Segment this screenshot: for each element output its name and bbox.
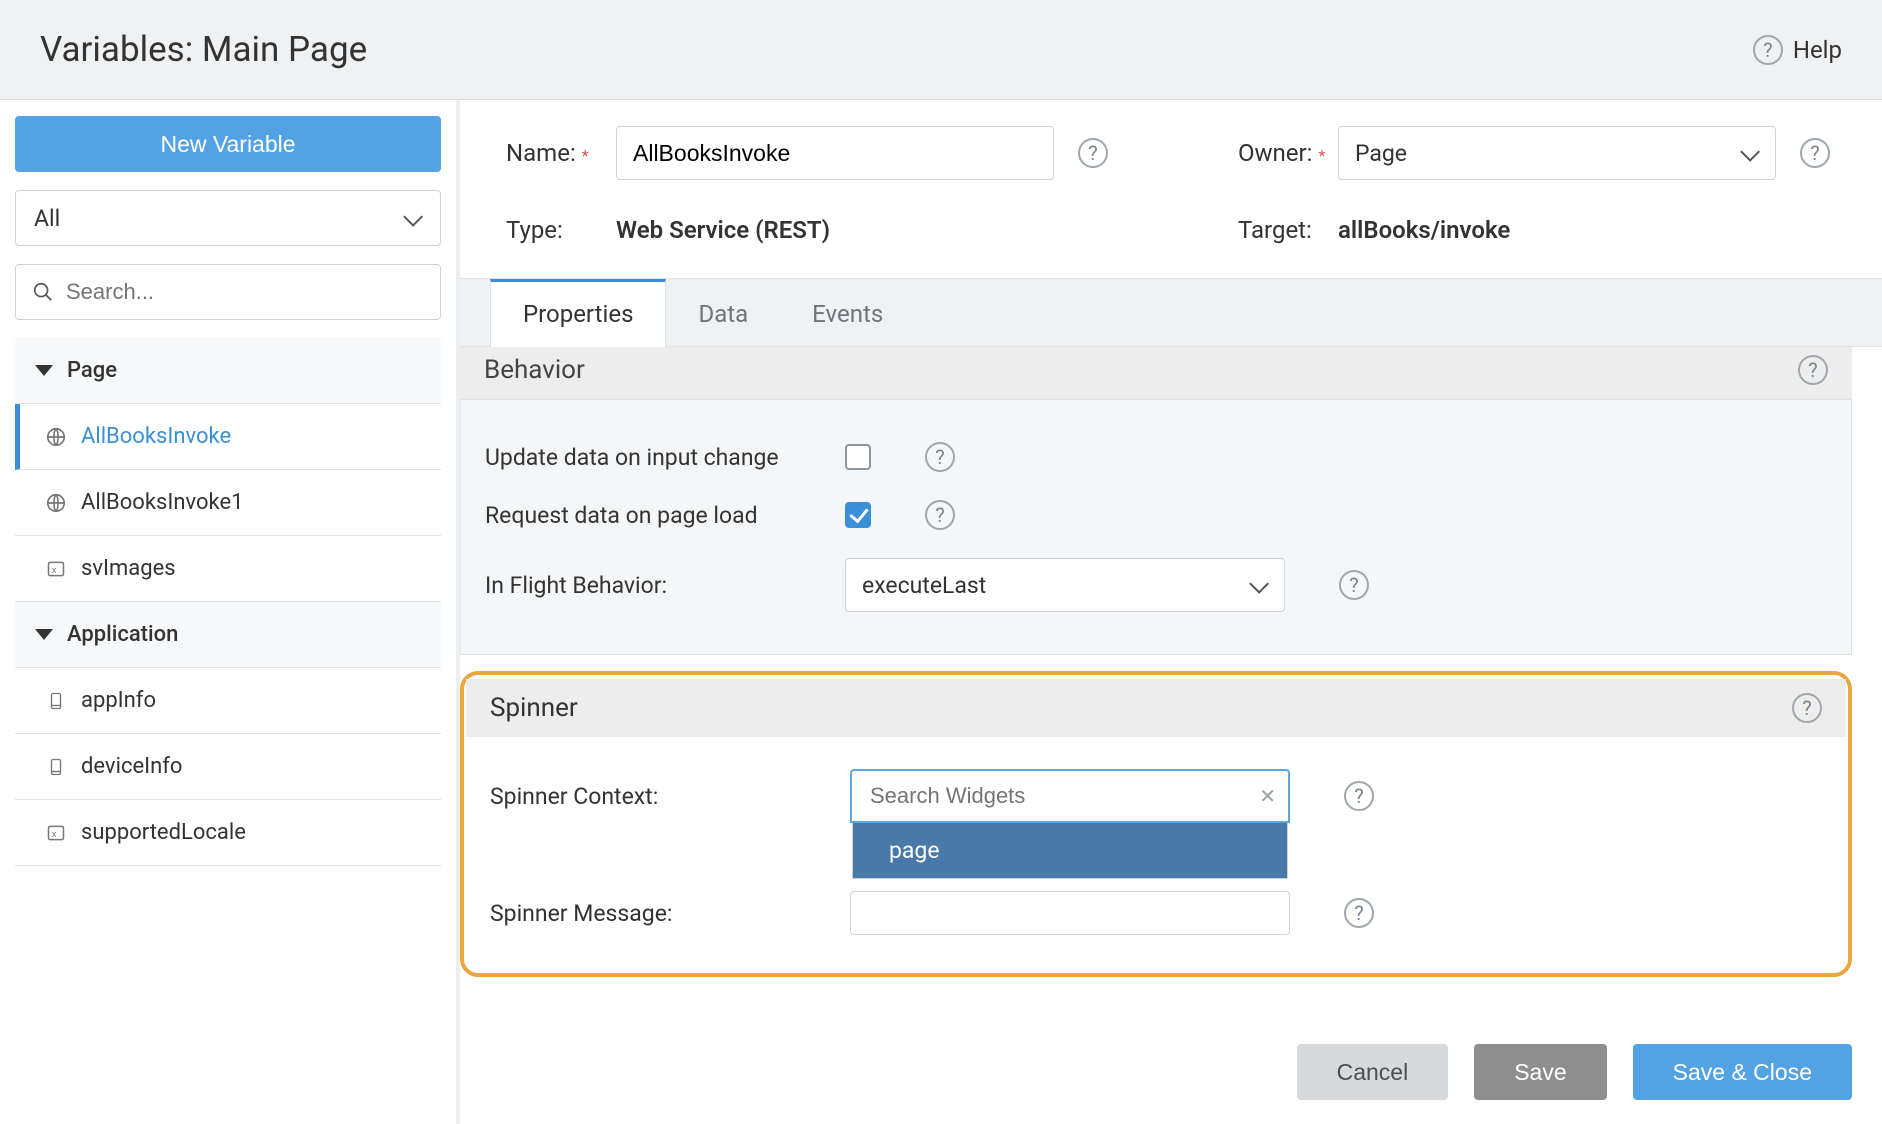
in-flight-value: executeLast: [862, 572, 986, 599]
footer-actions: Cancel Save Save & Close: [1297, 1044, 1852, 1100]
sidebar: New Variable All Page AllBooksInvoke All…: [0, 100, 460, 1124]
spinner-context-input[interactable]: [850, 769, 1290, 823]
help-icon[interactable]: ?: [1798, 355, 1828, 385]
help-icon[interactable]: ?: [1344, 898, 1374, 928]
help-icon[interactable]: ?: [1800, 138, 1830, 168]
spinner-section: Spinner ? Spinner Context: ✕ page ?: [460, 671, 1852, 977]
tree-item-allbooksinvoke1[interactable]: AllBooksInvoke1: [15, 470, 441, 536]
required-marker: *: [582, 146, 589, 165]
variable-icon: x: [45, 558, 67, 580]
tabs: Properties Data Events: [460, 278, 1882, 347]
tree-item-supportedlocale[interactable]: x supportedLocale: [15, 800, 441, 866]
name-label: Name:: [506, 139, 576, 167]
tab-data[interactable]: Data: [666, 279, 780, 346]
globe-icon: [45, 492, 67, 514]
help-icon[interactable]: ?: [925, 442, 955, 472]
owner-select-value: Page: [1355, 140, 1407, 167]
tree-item-label: svImages: [81, 556, 176, 581]
tree-group-label: Application: [67, 622, 178, 647]
save-button[interactable]: Save: [1474, 1044, 1606, 1100]
tree-item-svimages[interactable]: x svImages: [15, 536, 441, 602]
search-box: [15, 264, 441, 320]
filter-select[interactable]: All: [15, 190, 441, 246]
type-label: Type:: [506, 216, 616, 244]
tree-item-label: AllBooksInvoke1: [81, 490, 244, 515]
name-input[interactable]: [616, 126, 1054, 180]
spinner-heading-label: Spinner: [490, 693, 578, 723]
help-link[interactable]: Help: [1793, 36, 1842, 64]
new-variable-button[interactable]: New Variable: [15, 116, 441, 172]
help-icon[interactable]: ?: [1792, 693, 1822, 723]
help-icon[interactable]: ?: [1078, 138, 1108, 168]
spinner-message-label: Spinner Message:: [490, 900, 672, 927]
triangle-down-icon: [35, 629, 53, 640]
required-marker: *: [1318, 146, 1325, 165]
in-flight-select[interactable]: executeLast: [845, 558, 1285, 612]
tree-group-label: Page: [67, 358, 117, 383]
in-flight-label: In Flight Behavior:: [485, 572, 667, 599]
request-on-load-checkbox[interactable]: [845, 502, 871, 528]
help-icon[interactable]: ?: [925, 500, 955, 530]
owner-select[interactable]: Page: [1338, 126, 1776, 180]
topbar: Variables: Main Page ? Help: [0, 0, 1882, 100]
target-value: allBooks/invoke: [1338, 216, 1776, 244]
spinner-context-label: Spinner Context:: [490, 783, 658, 810]
variable-tree: Page AllBooksInvoke AllBooksInvoke1 x sv…: [15, 338, 441, 866]
search-icon: [32, 281, 54, 303]
help-icon[interactable]: ?: [1339, 570, 1369, 600]
globe-icon: [45, 426, 67, 448]
save-close-button[interactable]: Save & Close: [1633, 1044, 1852, 1100]
spinner-message-input[interactable]: [850, 891, 1290, 935]
target-label: Target:: [1238, 216, 1338, 244]
tree-item-allbooksinvoke[interactable]: AllBooksInvoke: [15, 404, 441, 470]
dropdown-option-page[interactable]: page: [853, 823, 1287, 878]
help-icon[interactable]: ?: [1753, 35, 1783, 65]
properties-panel: Behavior ? Update data on input change ?…: [460, 347, 1882, 1124]
content-pane: Name: * ? Owner: * Page ? Type: Web Servic…: [460, 100, 1882, 1124]
triangle-down-icon: [35, 365, 53, 376]
help-icon[interactable]: ?: [1344, 781, 1374, 811]
tree-item-label: deviceInfo: [81, 754, 182, 779]
chevron-down-icon: [404, 212, 422, 224]
variable-icon: x: [45, 822, 67, 844]
request-on-load-label: Request data on page load: [485, 502, 758, 529]
tree-group-page[interactable]: Page: [15, 338, 441, 404]
tree-group-application[interactable]: Application: [15, 602, 441, 668]
tree-item-appinfo[interactable]: appInfo: [15, 668, 441, 734]
device-icon: [45, 756, 67, 778]
page-title: Variables: Main Page: [40, 29, 367, 70]
update-on-input-label: Update data on input change: [485, 444, 779, 471]
update-on-input-checkbox[interactable]: [845, 444, 871, 470]
svg-text:x: x: [52, 830, 57, 840]
svg-text:x: x: [52, 566, 57, 576]
tab-properties[interactable]: Properties: [490, 279, 666, 347]
spinner-context-dropdown: page: [852, 823, 1288, 879]
cancel-button[interactable]: Cancel: [1297, 1044, 1449, 1100]
search-input[interactable]: [66, 279, 424, 305]
behavior-heading: Behavior: [484, 355, 585, 385]
tree-item-label: AllBooksInvoke: [81, 424, 231, 449]
filter-select-value: All: [34, 205, 60, 232]
tab-events[interactable]: Events: [780, 279, 915, 346]
type-value: Web Service (REST): [616, 216, 1054, 244]
chevron-down-icon: [1741, 147, 1759, 159]
chevron-down-icon: [1250, 579, 1268, 591]
device-icon: [45, 690, 67, 712]
tree-item-label: supportedLocale: [81, 820, 246, 845]
form-header: Name: * ? Owner: * Page ? Type: Web Servic…: [460, 100, 1882, 244]
tree-item-deviceinfo[interactable]: deviceInfo: [15, 734, 441, 800]
tree-item-label: appInfo: [81, 688, 156, 713]
owner-label: Owner:: [1238, 139, 1312, 167]
clear-icon[interactable]: ✕: [1259, 784, 1276, 808]
